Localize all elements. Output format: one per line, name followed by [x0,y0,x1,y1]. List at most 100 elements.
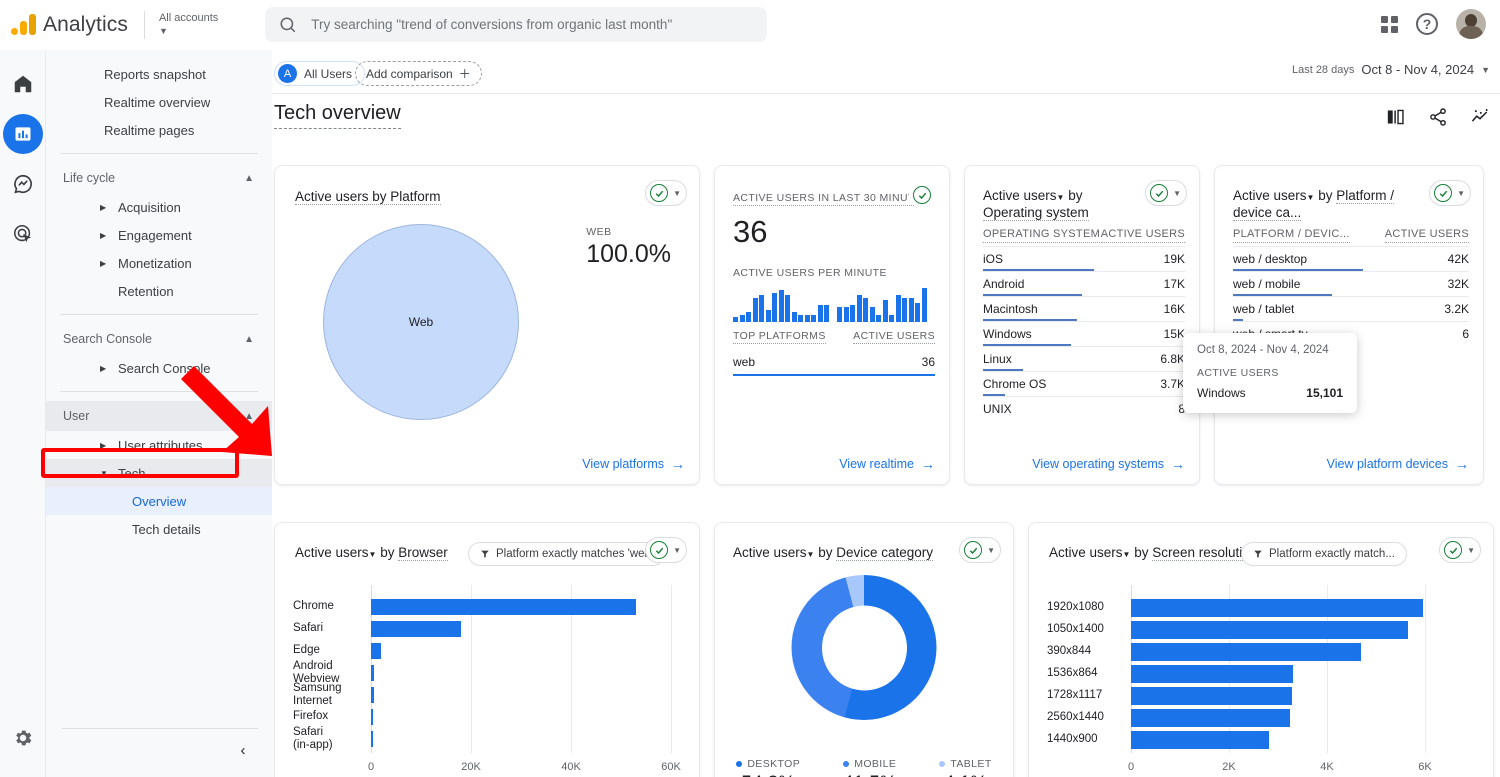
table-row[interactable]: iOS19K [983,246,1185,271]
card-dimension-label[interactable]: Device category [836,545,933,561]
view-operating-systems-link[interactable]: View operating systems → [1032,456,1185,472]
realtime-sparkline-chart[interactable] [733,286,935,322]
card-dimension-label[interactable]: Browser [398,545,448,561]
search-input[interactable] [311,17,753,32]
chevron-down-icon: ▼ [673,189,681,198]
card-status-menu[interactable]: ▼ [959,537,1001,563]
bar[interactable] [1131,665,1293,683]
sidebar-item-acquisition[interactable]: ▶ Acquisition [46,193,272,221]
platform-pie-chart[interactable]: Web [323,224,519,420]
sparkline-bar [902,298,907,322]
card-dimension-label[interactable]: Operating system [983,205,1089,221]
screen-resolution-filter-chip[interactable]: Platform exactly match... [1241,542,1407,566]
gear-icon[interactable] [6,721,40,755]
rail-explore-icon[interactable] [3,164,43,204]
card-metric-label[interactable]: Active users [983,188,1057,203]
analytics-logo-icon[interactable] [10,10,40,40]
sidebar-item-monetization[interactable]: ▶ Monetization [46,249,272,277]
sidebar-item-search-console[interactable]: ▶ Search Console [46,354,272,382]
sidebar-item-realtime-pages[interactable]: Realtime pages [46,116,272,144]
chevron-left-icon[interactable]: ‹ [230,737,256,763]
sidebar-item-engagement[interactable]: ▶ Engagement [46,221,272,249]
bar[interactable] [371,687,374,703]
filter-chip-label: Platform exactly match... [1269,548,1395,560]
user-avatar[interactable] [1456,9,1486,39]
bar[interactable] [371,709,373,725]
sparkline-bar [876,315,881,322]
row-metric: 3.7K [1160,377,1185,391]
sidebar-item-reports-snapshot[interactable]: Reports snapshot [46,60,272,88]
view-platform-devices-link[interactable]: View platform devices → [1327,456,1469,472]
table-row[interactable]: Macintosh16K [983,296,1185,321]
bar[interactable] [1131,643,1361,661]
account-selector[interactable]: All accounts ▼ [159,13,218,36]
card-metric-label[interactable]: Active users [1233,188,1307,203]
bar[interactable] [1131,709,1290,727]
sidebar-item-retention[interactable]: Retention [46,277,272,305]
view-realtime-link[interactable]: View realtime → [839,456,935,472]
row-dimension: Macintosh [983,302,1038,316]
arrow-right-icon: → [1455,456,1469,472]
row-dimension: iOS [983,252,1003,266]
apps-grid-icon[interactable] [1381,16,1398,33]
card-status-menu[interactable]: ▼ [1429,180,1471,206]
date-range-selector[interactable]: Last 28 days Oct 8 - Nov 4, 2024 ▼ [1292,62,1490,77]
card-metric-label[interactable]: Active users [733,545,807,560]
bar[interactable] [371,665,374,681]
table-row[interactable]: Windows15K [983,321,1185,346]
browser-filter-chip[interactable]: Platform exactly matches 'web' [468,542,665,566]
sidebar-item-realtime-overview[interactable]: Realtime overview [46,88,272,116]
x-axis-tick: 6K [1418,761,1431,773]
search-bar[interactable] [265,7,767,42]
card-status-menu[interactable]: ▼ [1145,180,1187,206]
gridline [1425,585,1426,753]
table-row[interactable]: web / desktop42K [1233,246,1469,271]
bar[interactable] [371,731,373,747]
bar-category-label: Edge [293,644,320,657]
legend-label: TABLET [950,758,991,770]
sidebar-group-search-console[interactable]: Search Console ▲ [46,324,272,354]
sidebar-item-user-attributes[interactable]: ▶ User attributes [46,431,272,459]
card-active-users-by-platform: Active users by Platform ▼ Web WEB 100.0… [274,165,700,485]
screen-resolution-bar-chart[interactable]: 1920x10801050x1400390x8441536x8641728x11… [1029,573,1494,777]
sidebar-item-tech-details[interactable]: Tech details [46,515,272,543]
card-status-menu[interactable]: ▼ [645,537,687,563]
bar[interactable] [1131,621,1408,639]
sidebar-group-life-cycle[interactable]: Life cycle ▲ [46,163,272,193]
insights-icon[interactable] [1470,107,1490,132]
card-metric-label[interactable]: Active users [1049,545,1123,560]
add-comparison-button[interactable]: Add comparison ＋ [355,61,482,86]
table-row[interactable]: web / tablet3.2K [1233,296,1469,321]
table-row[interactable]: Android17K [983,271,1185,296]
compare-icon[interactable] [1386,108,1406,131]
card-status-menu[interactable]: ▼ [645,180,687,206]
browser-bar-chart[interactable]: ChromeSafariEdgeAndroidWebviewSamsungInt… [275,573,700,777]
table-row[interactable]: web / mobile32K [1233,271,1469,296]
card-status-badge[interactable] [909,182,935,208]
bar[interactable] [1131,687,1292,705]
rail-reports-icon[interactable] [3,114,43,154]
help-icon[interactable]: ? [1416,13,1438,35]
share-icon[interactable] [1428,107,1448,132]
sparkline-bar [863,298,868,322]
card-status-menu[interactable]: ▼ [1439,537,1481,563]
bar[interactable] [1131,599,1423,617]
sidebar-item-tech[interactable]: ▼ Tech [46,459,272,487]
bar[interactable] [371,643,381,659]
table-row[interactable]: Chrome OS3.7K [983,371,1185,396]
rail-home-icon[interactable] [3,64,43,104]
view-platforms-link[interactable]: View platforms → [582,456,685,472]
rail-advertising-icon[interactable] [3,214,43,254]
sidebar-item-tech-overview[interactable]: Overview [46,487,272,515]
table-row[interactable]: Linux6.8K [983,346,1185,371]
device-category-donut-chart[interactable] [792,575,937,720]
sidebar-group-user[interactable]: User ▲ [46,401,272,431]
segment-all-users-chip[interactable]: A All Users [274,61,365,86]
table-row[interactable]: UNIX8 [983,396,1185,421]
card-by-label: by [376,545,398,560]
bar[interactable] [371,599,636,615]
card-metric-label[interactable]: Active users [295,545,369,560]
bar[interactable] [371,621,461,637]
bar[interactable] [1131,731,1269,749]
sparkline-bar [805,315,810,322]
